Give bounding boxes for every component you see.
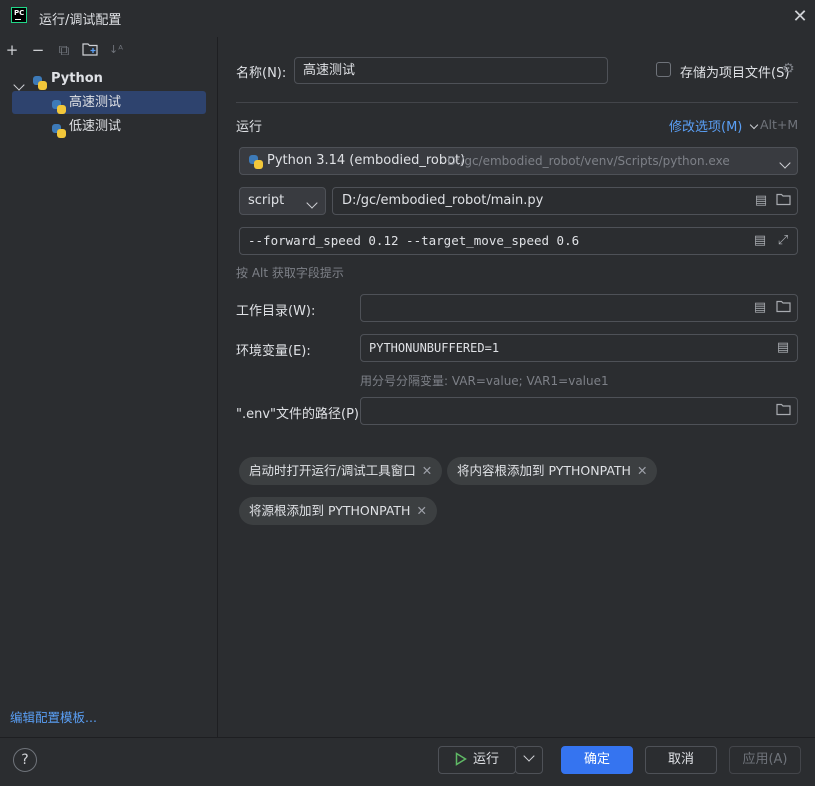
chip-label: 将内容根添加到 PYTHONPATH bbox=[457, 463, 631, 478]
chip-label: 启动时打开运行/调试工具窗口 bbox=[249, 463, 416, 478]
tree-item-config[interactable]: 高速测试 bbox=[0, 91, 218, 114]
python-icon bbox=[52, 123, 66, 138]
chip-label: 将源根添加到 PYTHONPATH bbox=[249, 503, 411, 518]
tree-item-label: Python bbox=[51, 71, 103, 86]
copy-icon[interactable]: ⧉ bbox=[55, 42, 73, 58]
option-chip: 将源根添加到 PYTHONPATH ✕ bbox=[239, 497, 437, 525]
interpreter-path: D:/gc/embodied_robot/venv/Scripts/python… bbox=[447, 154, 730, 168]
working-dir-label: 工作目录(W): bbox=[236, 304, 316, 319]
parameters-value: --forward_speed 0.12 --target_move_speed… bbox=[248, 233, 580, 248]
chevron-down-icon bbox=[749, 120, 758, 130]
option-chip: 启动时打开运行/调试工具窗口 ✕ bbox=[239, 457, 443, 485]
folder-icon[interactable] bbox=[775, 403, 791, 419]
expand-text-icon[interactable]: ▤ bbox=[775, 340, 791, 356]
remove-icon[interactable]: − bbox=[29, 42, 47, 58]
name-input[interactable]: 高速测试 bbox=[294, 57, 608, 84]
divider bbox=[236, 102, 798, 103]
chip-remove-icon[interactable]: ✕ bbox=[416, 503, 426, 518]
interpreter-select[interactable]: Python 3.14 (embodied_robot) D:/gc/embod… bbox=[239, 147, 798, 175]
env-hint: 用分号分隔变量: VAR=value; VAR1=value1 bbox=[360, 374, 609, 388]
title-bar bbox=[0, 0, 815, 36]
add-icon[interactable]: + bbox=[3, 42, 21, 58]
store-as-file-checkbox[interactable] bbox=[656, 62, 671, 77]
folder-icon[interactable] bbox=[775, 300, 791, 316]
tree-item-label: 高速测试 bbox=[69, 95, 122, 110]
run-button-label: 运行 bbox=[472, 752, 499, 767]
run-section-title: 运行 bbox=[236, 120, 263, 135]
chip-remove-icon[interactable]: ✕ bbox=[637, 463, 647, 478]
env-file-input[interactable] bbox=[360, 397, 798, 425]
python-icon bbox=[249, 154, 263, 169]
chip-remove-icon[interactable]: ✕ bbox=[422, 463, 432, 478]
target-type-value: script bbox=[248, 193, 285, 208]
expand-text-icon[interactable]: ▤ bbox=[752, 233, 768, 249]
chevron-down-icon bbox=[779, 156, 791, 171]
sort-icon[interactable]: ↓ᴬ bbox=[107, 42, 125, 58]
name-label: 名称(N): bbox=[236, 66, 287, 81]
tree-item-python[interactable]: Python bbox=[0, 67, 218, 91]
store-as-file-label: 存储为项目文件(S) bbox=[680, 66, 790, 81]
option-chip: 将内容根添加到 PYTHONPATH ✕ bbox=[447, 457, 658, 485]
run-button[interactable]: 运行 bbox=[438, 746, 516, 774]
modify-options-shortcut: Alt+M bbox=[760, 117, 799, 132]
folder-icon[interactable] bbox=[775, 193, 791, 209]
edit-templates-link[interactable]: 编辑配置模板... bbox=[10, 707, 97, 726]
expand-text-icon[interactable]: ▤ bbox=[752, 300, 768, 316]
run-dropdown-button[interactable] bbox=[515, 746, 543, 774]
maximize-icon[interactable]: ⤢ bbox=[775, 233, 791, 249]
expand-text-icon[interactable]: ▤ bbox=[753, 193, 769, 209]
script-path-value: D:/gc/embodied_robot/main.py bbox=[342, 193, 544, 208]
parameters-input[interactable]: --forward_speed 0.12 --target_move_speed… bbox=[239, 227, 798, 255]
target-type-select[interactable]: script bbox=[239, 187, 326, 215]
python-icon bbox=[52, 99, 66, 114]
interpreter-name: Python 3.14 (embodied_robot) bbox=[267, 153, 466, 168]
cancel-button[interactable]: 取消 bbox=[645, 746, 717, 774]
script-path-input[interactable]: D:/gc/embodied_robot/main.py ▤ bbox=[332, 187, 798, 215]
new-folder-icon[interactable] bbox=[81, 42, 99, 58]
modify-options-button[interactable]: 修改选项(M) bbox=[669, 116, 758, 135]
chevron-down-icon bbox=[306, 196, 318, 211]
env-vars-value: PYTHONUNBUFFERED=1 bbox=[369, 341, 500, 355]
gear-icon[interactable]: ⚙ bbox=[782, 61, 795, 77]
working-dir-input[interactable]: ▤ bbox=[360, 294, 798, 322]
python-icon bbox=[33, 75, 47, 90]
apply-button[interactable]: 应用(A) bbox=[729, 746, 801, 774]
chevron-down-icon bbox=[523, 750, 535, 762]
name-input-value: 高速测试 bbox=[303, 63, 356, 78]
help-icon[interactable]: ? bbox=[13, 748, 37, 772]
env-file-label: ".env"文件的路径(P): bbox=[236, 407, 364, 422]
tree-item-config[interactable]: 低速测试 bbox=[0, 115, 218, 138]
tree-item-label: 低速测试 bbox=[69, 119, 122, 134]
env-vars-input[interactable]: PYTHONUNBUFFERED=1 ▤ bbox=[360, 334, 798, 362]
configurations-sidebar bbox=[0, 37, 218, 785]
modify-options-label: 修改选项(M) bbox=[669, 120, 743, 135]
alt-hint: 按 Alt 获取字段提示 bbox=[236, 266, 344, 280]
env-vars-label: 环境变量(E): bbox=[236, 344, 311, 359]
pycharm-logo-icon: PC bbox=[11, 7, 27, 23]
play-icon bbox=[455, 752, 467, 766]
window-title: 运行/调试配置 bbox=[39, 13, 122, 28]
ok-button[interactable]: 确定 bbox=[561, 746, 633, 774]
close-icon[interactable]: ✕ bbox=[790, 7, 810, 27]
